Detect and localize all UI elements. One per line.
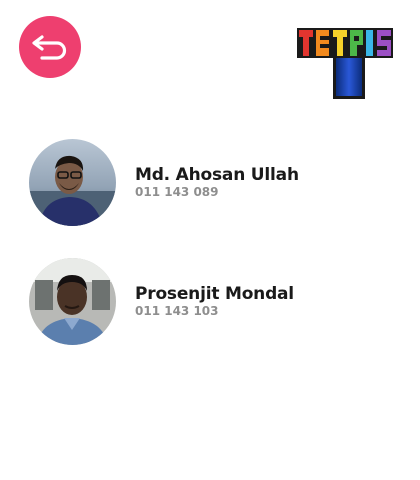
contact-card: Prosenjit Mondal 011 143 103 [29, 257, 389, 345]
contact-card: Md. Ahosan Ullah 011 143 089 [29, 138, 389, 226]
undo-arrow-icon [32, 35, 67, 60]
back-button[interactable] [19, 16, 81, 78]
contact-name: Prosenjit Mondal [135, 283, 294, 304]
team-screen: Md. Ahosan Ullah 011 143 089 Prosenjit M… [0, 0, 420, 480]
avatar [29, 257, 116, 345]
contact-phone: 011 143 103 [135, 303, 219, 318]
contact-phone: 011 143 089 [135, 184, 219, 199]
avatar [29, 138, 116, 226]
contact-name: Md. Ahosan Ullah [135, 164, 299, 185]
tetris-logo [296, 26, 400, 100]
